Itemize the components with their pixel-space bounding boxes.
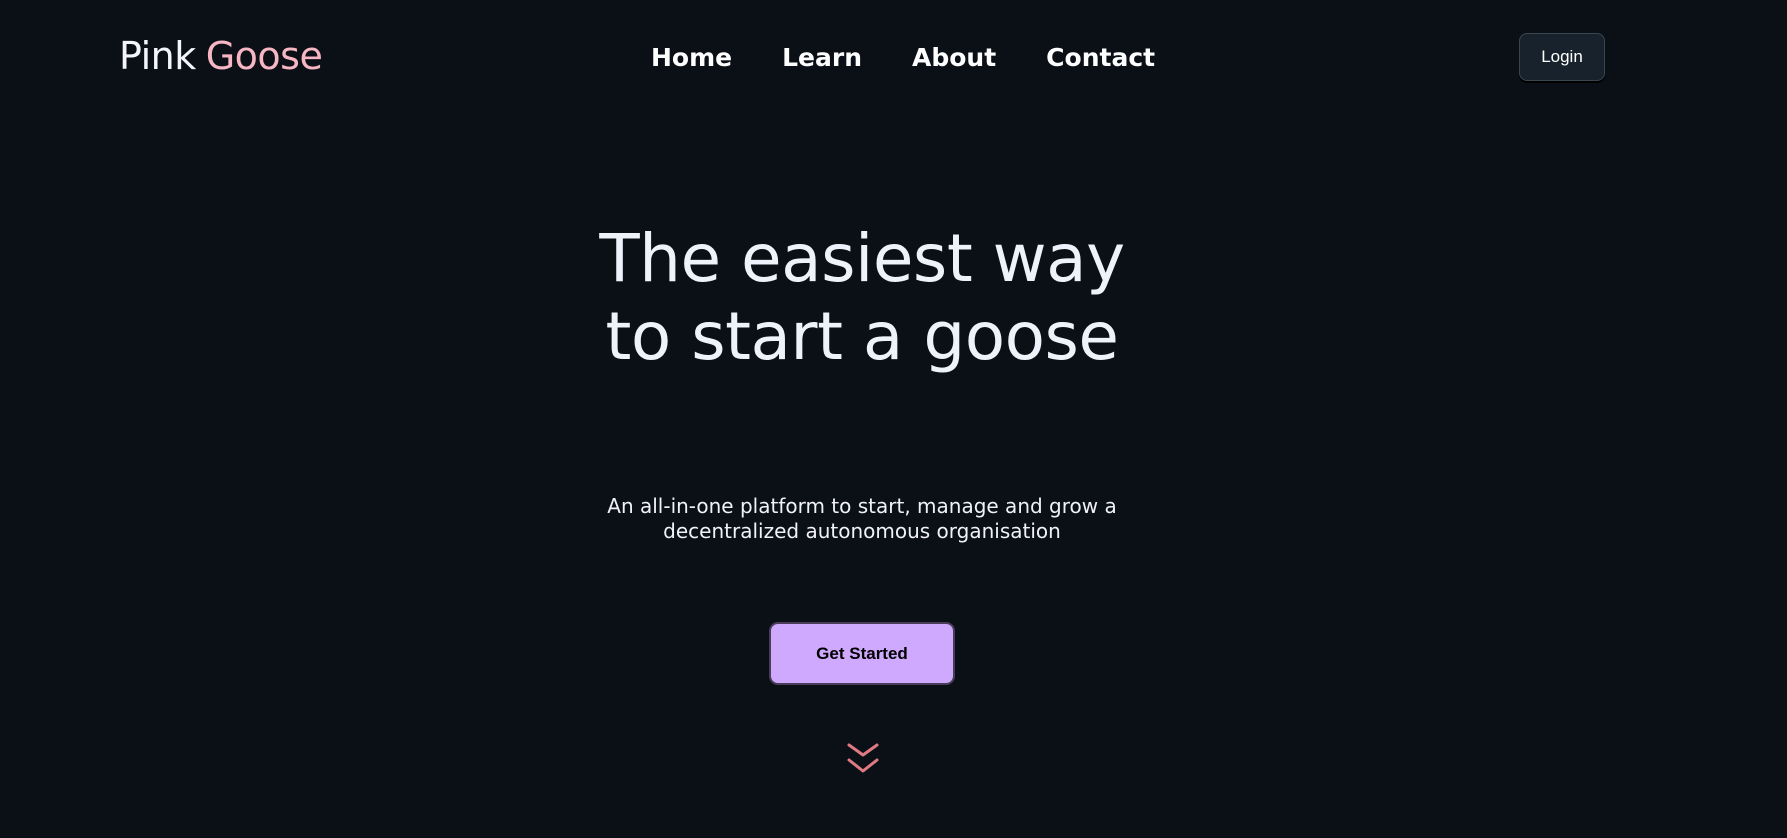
brand-name-goose: Goose [205,34,323,78]
get-started-button[interactable]: Get Started [769,622,955,685]
nav-item-home[interactable]: Home [651,38,732,78]
hero-title: The easiest way to start a goose [0,220,1724,376]
landing-page: Pink Goose Home Learn About Contact Login… [0,0,1787,838]
nav-item-about[interactable]: About [912,38,996,78]
hero-subtitle: An all-in-one platform to start, manage … [0,494,1724,544]
main-nav: Home Learn About Contact [651,38,1155,78]
hero-title-line-1: The easiest way [599,220,1125,297]
brand-name-pink: Pink [119,34,196,78]
nav-item-learn[interactable]: Learn [782,38,862,78]
brand-logo[interactable]: Pink Goose [119,30,323,82]
hero-title-line-2: to start a goose [605,298,1119,375]
login-button[interactable]: Login [1519,33,1605,81]
hero-subtitle-line-2: decentralized autonomous organisation [663,519,1061,543]
double-chevron-down-svg [847,743,879,773]
nav-item-contact[interactable]: Contact [1046,38,1155,78]
hero-subtitle-line-1: An all-in-one platform to start, manage … [607,494,1117,518]
double-chevron-down-icon[interactable] [847,742,879,776]
